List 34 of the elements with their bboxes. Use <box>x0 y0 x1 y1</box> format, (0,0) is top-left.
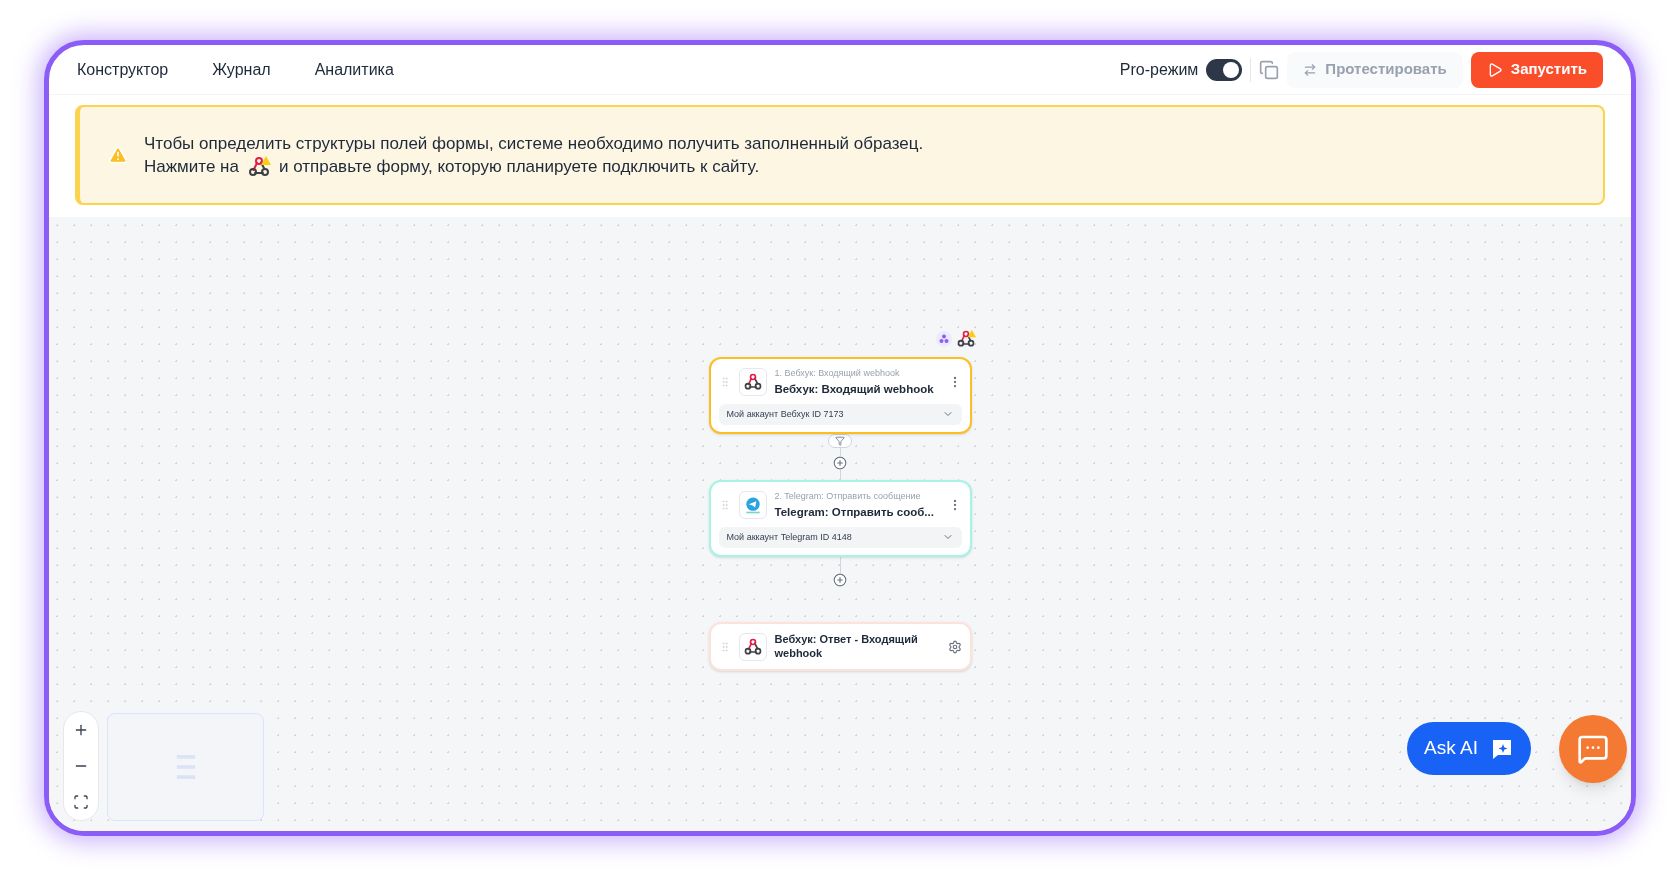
nav-tab[interactable]: Журнал <box>212 57 271 82</box>
node-title: Вебхук: Ответ - Входящий webhook <box>774 632 919 661</box>
settings-icon[interactable] <box>947 639 962 654</box>
minimap-nodes-drawing <box>175 755 196 779</box>
response-node[interactable]: Вебхук: Ответ - Входящий webhook <box>708 622 972 671</box>
banner-text: Чтобы определить структуры полей формы, системе необходимо получить заполненный образец. <box>144 132 924 155</box>
modules-icon[interactable] <box>935 331 952 347</box>
node-title: Telegram: Отправить сооб... <box>774 504 935 520</box>
pro-mode-toggle[interactable] <box>1206 58 1243 81</box>
chat-icon <box>1577 733 1609 765</box>
fit-view-icon[interactable] <box>73 794 89 810</box>
webhook-warning-icon <box>246 154 271 179</box>
webhook-warning-icon <box>955 329 976 349</box>
swap-arrows-icon <box>1303 62 1318 77</box>
chat-button[interactable] <box>1559 715 1627 783</box>
warning-icon <box>108 145 128 165</box>
add-step-icon[interactable] <box>833 456 847 470</box>
banner-text: Нажмите на <box>144 156 239 178</box>
flow-node[interactable]: 2. Telegram: Отправить сообщение Telegram: Отправить сооб... Мой аккаунт Telegram ID 4148 <box>708 480 972 557</box>
node-step-label: 2. Telegram: Отправить сообщение <box>774 490 922 503</box>
add-step-icon[interactable] <box>833 573 847 587</box>
zoom-in-icon[interactable] <box>73 722 89 738</box>
node-title: Вебхук: Входящий webhook <box>774 381 935 397</box>
account-select[interactable]: Мой аккаунт Telegram ID 4148 <box>718 526 962 548</box>
account-select[interactable]: Мой аккаунт Вебхук ID 7173 <box>718 403 962 425</box>
nav-tab[interactable]: Аналитика <box>314 57 394 82</box>
pro-mode-label: Pro-режим <box>1119 59 1199 80</box>
node-step-label: 1. Вебхук: Входящий webhook <box>774 367 901 380</box>
banner-text: и отправьте форму, которую планируете подключить к сайту. <box>278 156 760 178</box>
filter-icon <box>835 436 845 446</box>
filter-badge[interactable] <box>828 434 852 448</box>
copy-icon[interactable] <box>1259 59 1280 80</box>
ask-ai-button[interactable]: Ask AI <box>1407 722 1531 775</box>
nav-tab[interactable]: Конструктор <box>77 57 169 82</box>
